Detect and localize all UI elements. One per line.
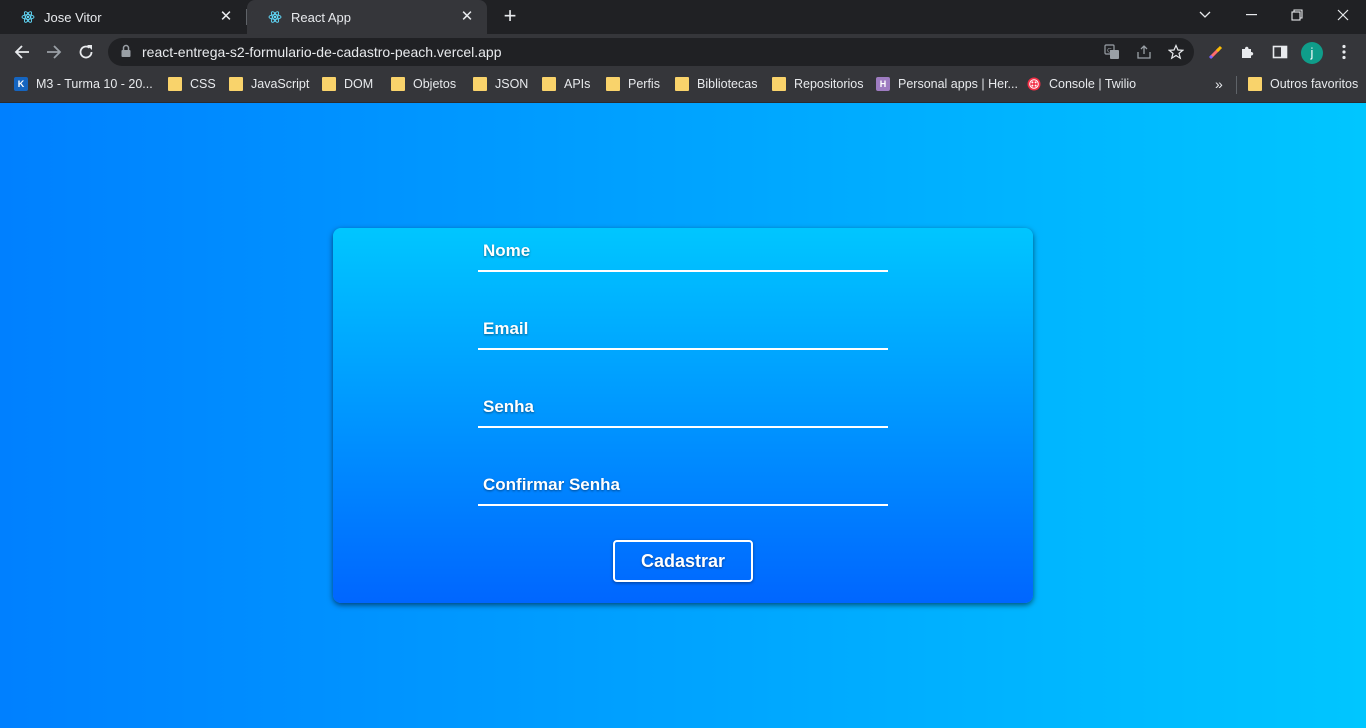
share-icon[interactable] [1136,44,1152,60]
bookmark-heroku[interactable]: H Personal apps | Her... [876,70,1018,98]
bookmark-label: Personal apps | Her... [898,77,1018,91]
bookmark-m3-turma[interactable]: K M3 - Turma 10 - 20... [14,70,153,98]
bookmark-label: DOM [344,77,374,91]
bookmark-label: CSS [190,77,216,91]
bookmark-label: Repositorios [794,77,864,91]
folder-icon [606,77,620,91]
folder-icon [168,77,182,91]
folder-icon [542,77,556,91]
bookmark-label: JavaScript [251,77,310,91]
bookmarks-divider [1236,76,1237,94]
restore-icon[interactable] [1274,0,1320,30]
bookmarks-bar: K M3 - Turma 10 - 20... CSS JavaScript D… [0,70,1366,103]
tab-close-icon[interactable]: ✕ [459,9,475,25]
bookmarks-overflow-button[interactable]: » [1215,70,1223,98]
translate-icon[interactable]: G [1104,44,1120,60]
folder-icon [675,77,689,91]
react-icon [267,9,283,25]
folder-icon [229,77,243,91]
kenzie-icon: K [14,77,28,91]
email-input[interactable] [478,310,888,348]
folder-icon [322,77,336,91]
cadastrar-button[interactable]: Cadastrar [613,540,753,582]
minimize-icon[interactable] [1228,0,1274,30]
bookmark-folder-apis[interactable]: APIs [542,70,590,98]
folder-icon [391,77,405,91]
bookmark-label: Objetos [413,77,457,91]
bookmark-folder-perfis[interactable]: Perfis [606,70,660,98]
color-picker-extension-icon[interactable] [1206,42,1226,62]
page-background: Cadastrar [0,103,1366,728]
heroku-icon: H [876,77,890,91]
back-arrow-icon[interactable] [10,40,34,64]
new-tab-button[interactable]: + [498,5,522,29]
bookmark-label: Perfis [628,77,660,91]
lock-icon [120,44,132,63]
bookmark-twilio[interactable]: Console | Twilio [1027,70,1136,98]
senha-input[interactable] [478,388,888,426]
confirmar-senha-input[interactable] [478,466,888,504]
reload-icon[interactable] [74,40,98,64]
nome-input[interactable] [478,232,888,270]
url-text: react-entrega-s2-formulario-de-cadastro-… [142,44,502,60]
bookmark-folder-json[interactable]: JSON [473,70,528,98]
react-icon [20,9,36,25]
tab-title: React App [291,9,351,25]
bookmark-star-icon[interactable] [1168,44,1184,60]
bookmark-folder-repositorios[interactable]: Repositorios [772,70,863,98]
folder-icon [473,77,487,91]
bookmark-label: M3 - Turma 10 - 20... [36,77,153,91]
nome-field [478,232,888,272]
bookmark-label: APIs [564,77,591,91]
browser-toolbar: react-entrega-s2-formulario-de-cadastro-… [0,34,1366,70]
svg-text:G: G [1107,47,1112,55]
kebab-menu-icon[interactable] [1334,42,1354,62]
bookmark-label: Outros favoritos [1270,77,1359,91]
address-bar[interactable]: react-entrega-s2-formulario-de-cadastro-… [108,38,1194,66]
email-field [478,310,888,350]
folder-icon [772,77,786,91]
tab-title: Jose Vitor [44,9,102,25]
tab-react-app[interactable]: React App ✕ [247,0,487,34]
bookmark-label: JSON [495,77,529,91]
bookmark-label: Bibliotecas [697,77,758,91]
senha-field [478,388,888,428]
bookmark-folder-outros-favoritos[interactable]: Outros favoritos [1248,70,1358,98]
side-panel-icon[interactable] [1270,42,1290,62]
bookmark-folder-objetos[interactable]: Objetos [391,70,456,98]
tab-search-chevron-icon[interactable] [1182,0,1228,30]
extensions-puzzle-icon[interactable] [1238,42,1258,62]
twilio-icon [1027,77,1041,91]
bookmark-folder-javascript[interactable]: JavaScript [229,70,309,98]
tab-close-icon[interactable]: ✕ [218,9,234,25]
forward-arrow-icon[interactable] [42,40,66,64]
tab-jose-vitor[interactable]: Jose Vitor ✕ [0,0,246,34]
bookmark-folder-dom[interactable]: DOM [322,70,373,98]
signup-form-card: Cadastrar [333,228,1033,603]
close-window-icon[interactable] [1320,0,1366,30]
folder-icon [1248,77,1262,91]
confirmar-senha-field [478,466,888,506]
tab-strip: Jose Vitor ✕ React App ✕ + [0,0,1366,34]
bookmark-folder-css[interactable]: CSS [168,70,216,98]
profile-avatar[interactable]: j [1301,42,1323,64]
bookmark-label: Console | Twilio [1049,77,1137,91]
bookmark-folder-bibliotecas[interactable]: Bibliotecas [675,70,757,98]
